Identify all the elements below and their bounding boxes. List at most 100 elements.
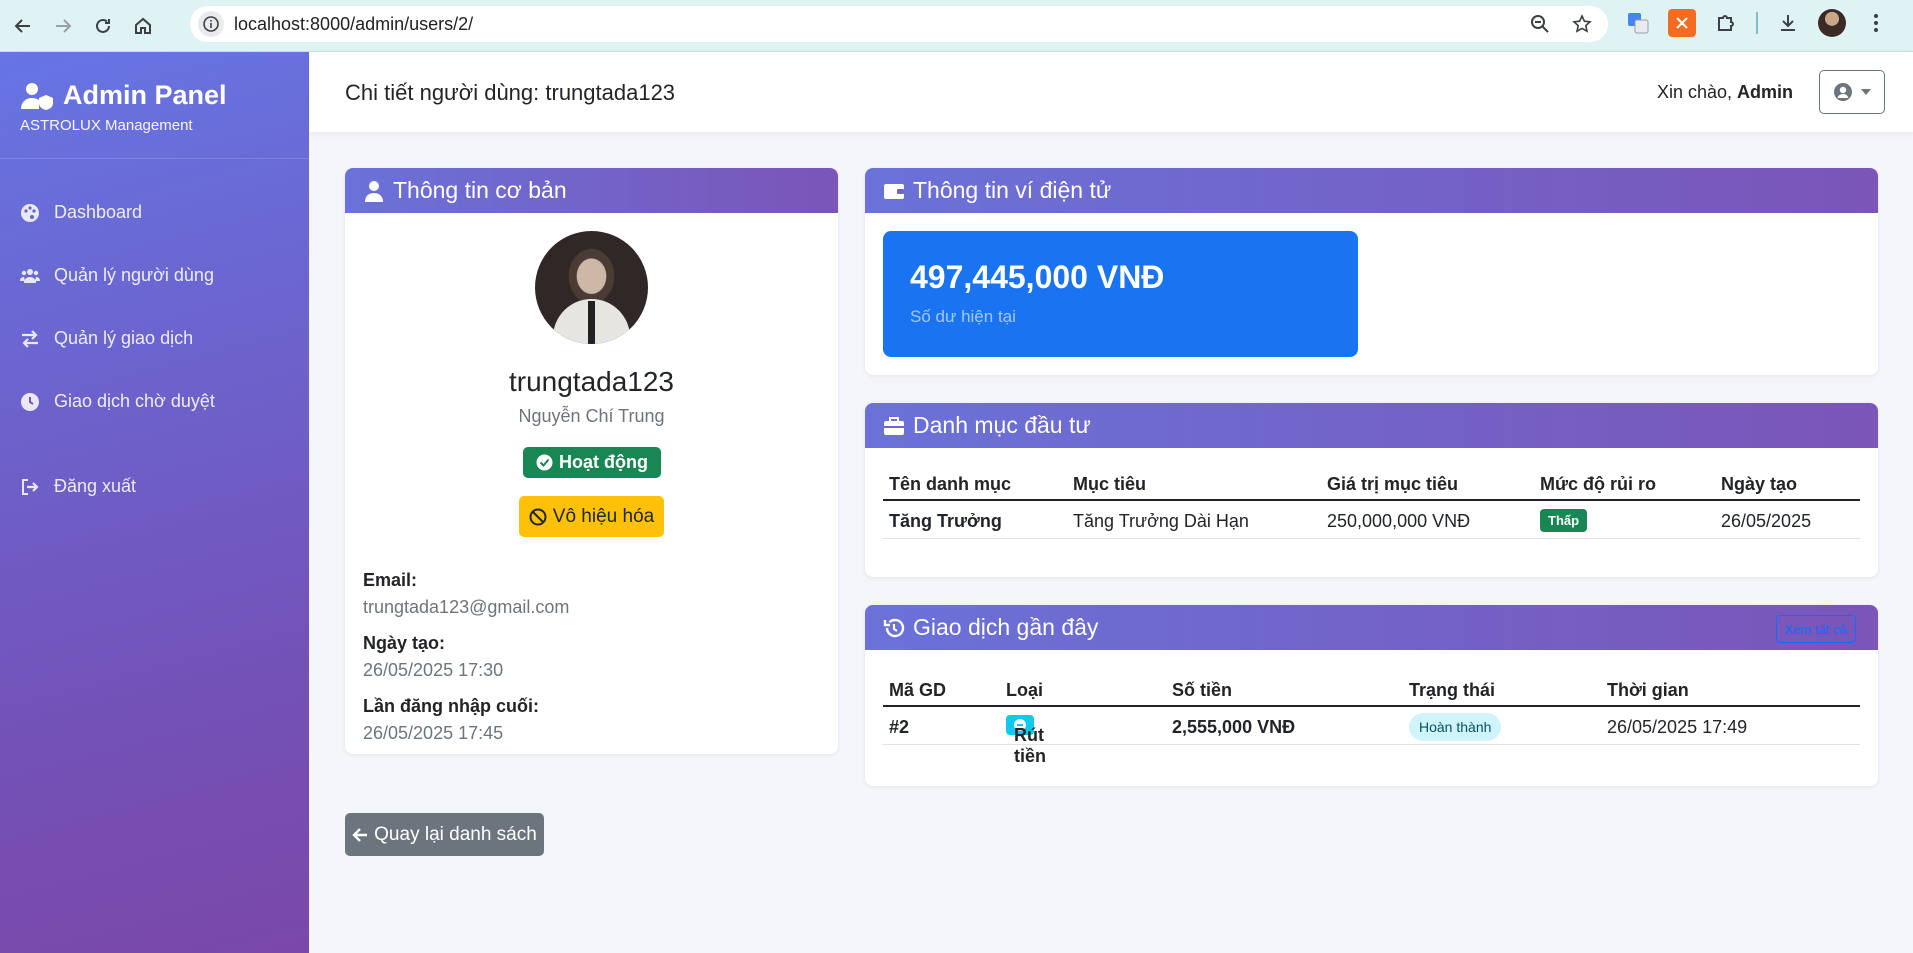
clock-icon — [21, 392, 39, 411]
greeting-prefix: Xin chào, — [1656, 82, 1737, 102]
extensions-puzzle-icon[interactable] — [1712, 9, 1740, 37]
risk-badge: Thấp — [1540, 509, 1588, 532]
column-header: Mã GD — [889, 680, 947, 700]
brand-title-text: Admin Panel — [63, 80, 227, 110]
wallet-title: Thông tin ví điện tử — [913, 177, 1112, 203]
disable-user-button[interactable]: Vô hiệu hóa — [519, 496, 664, 537]
column-header: Loại — [1006, 680, 1044, 700]
table-row[interactable]: #2 Rút tiền 2,555,000 VNĐ Hoàn thành 26/… — [883, 707, 1860, 766]
user-circle-icon — [1834, 83, 1852, 101]
sidebar-item-pending[interactable]: Giao dịch chờ duyệt — [0, 370, 309, 433]
column-header: Giá trị mục tiêu — [1327, 474, 1459, 494]
wallet-header: Thông tin ví điện tử — [865, 168, 1878, 213]
recent-title: Giao dịch gần đây — [913, 614, 1099, 640]
brand: Admin Panel ASTROLUX Management — [0, 52, 309, 159]
orange-extension-icon[interactable] — [1668, 9, 1696, 37]
basic-info-card: Thông tin cơ bản trungtada123 Nguyễn Chí… — [345, 168, 838, 754]
user-avatar — [535, 231, 648, 344]
sidebar-item-label: Quản lý người dùng — [54, 265, 214, 285]
portfolio-title: Danh mục đầu tư — [913, 412, 1091, 438]
last-login-value: 26/05/2025 17:45 — [363, 723, 504, 743]
column-header: Thời gian — [1607, 680, 1689, 700]
portfolio-goal: Tăng Trưởng Dài Hạn — [1073, 511, 1249, 531]
reload-icon — [96, 18, 110, 33]
arrow-right-icon — [56, 18, 72, 33]
toolbar-separator — [1756, 12, 1758, 34]
sidebar-item-label: Giao dịch chờ duyệt — [54, 391, 215, 411]
browser-toolbar: localhost:8000/admin/users/2/ — [0, 0, 1913, 52]
more-menu-icon[interactable] — [1862, 9, 1890, 37]
view-all-button[interactable]: Xem tất cả — [1775, 615, 1856, 643]
recent-transactions-card: Giao dịch gần đây Xem tất cả Mã GD Loại … — [865, 605, 1878, 786]
exchange-icon — [22, 329, 38, 348]
portfolio-created: 26/05/2025 — [1721, 511, 1812, 531]
status-text: Hoạt động — [559, 452, 648, 472]
sidebar-item-dashboard[interactable]: Dashboard — [0, 181, 309, 244]
arrow-left-icon — [14, 18, 30, 33]
ban-icon — [529, 508, 547, 525]
briefcase-icon — [884, 416, 904, 435]
sidebar-item-label: Dashboard — [54, 202, 143, 222]
reload-button[interactable] — [86, 9, 120, 43]
palette-icon — [21, 203, 39, 222]
table-header: Tên danh mục Mục tiêu Giá trị mục tiêu M… — [883, 463, 1860, 501]
arrow-left-icon — [352, 827, 368, 842]
check-circle-icon — [536, 454, 553, 471]
brand-title[interactable]: Admin Panel — [20, 80, 289, 111]
table-header: Mã GD Loại Số tiền Trạng thái Thời gian — [883, 669, 1860, 707]
translate-extension-icon[interactable] — [1624, 9, 1652, 37]
home-button[interactable] — [126, 9, 160, 43]
created-value: 26/05/2025 17:30 — [363, 660, 504, 680]
table-row[interactable]: Tăng Trưởng Tăng Trưởng Dài Hạn 250,000,… — [883, 501, 1860, 539]
column-header: Tên danh mục — [889, 474, 1012, 494]
column-header: Mục tiêu — [1073, 474, 1147, 494]
balance-amount: 497,445,000 VNĐ — [910, 259, 1165, 295]
wallet-card: Thông tin ví điện tử 497,445,000 VNĐ Số … — [865, 168, 1878, 375]
profile-avatar-icon[interactable] — [1818, 9, 1846, 37]
forward-nav-button[interactable] — [46, 9, 80, 43]
created-label: Ngày tạo: — [363, 633, 446, 653]
transactions-table: Mã GD Loại Số tiền Trạng thái Thời gian … — [883, 669, 1860, 766]
column-header: Số tiền — [1172, 680, 1233, 700]
status-badge: Hoạt động — [523, 447, 661, 478]
column-header: Trạng thái — [1409, 680, 1496, 700]
user-icon — [365, 180, 383, 202]
column-header: Mức độ rủi ro — [1540, 474, 1657, 494]
page-title: Chi tiết người dùng: trungtada123 — [345, 80, 676, 105]
portfolio-name: Tăng Trưởng — [889, 511, 1002, 531]
full-name: Nguyễn Chí Trung — [518, 406, 665, 426]
portfolio-header: Danh mục đầu tư — [865, 403, 1878, 448]
balance-box: 497,445,000 VNĐ Số dư hiện tại — [883, 231, 1358, 357]
sidebar: Admin Panel ASTROLUX Management Dashboar… — [0, 52, 309, 953]
sidebar-item-users[interactable]: Quản lý người dùng — [0, 244, 309, 307]
transaction-type: Rút tiền — [1014, 725, 1047, 766]
sidebar-item-logout[interactable]: Đăng xuất — [0, 455, 309, 518]
brand-subtitle: ASTROLUX Management — [20, 117, 193, 134]
back-to-list-button[interactable]: Quay lại danh sách — [345, 813, 544, 856]
recent-header: Giao dịch gần đây Xem tất cả — [865, 605, 1878, 650]
email-label: Email: — [363, 570, 418, 590]
url-text: localhost:8000/admin/users/2/ — [234, 13, 474, 34]
greeting-name: Admin — [1737, 82, 1793, 102]
transaction-amount: 2,555,000 VNĐ — [1172, 717, 1296, 737]
greeting: Xin chào, Admin — [1657, 82, 1793, 103]
sidebar-item-label: Quản lý giao dịch — [54, 328, 194, 348]
zoom-icon[interactable] — [1528, 12, 1552, 36]
sign-out-icon — [22, 478, 39, 495]
users-icon — [20, 268, 40, 283]
caret-down-icon — [1861, 89, 1871, 95]
user-dropdown-button[interactable] — [1819, 70, 1885, 114]
bookmark-star-icon[interactable] — [1570, 12, 1594, 36]
address-bar[interactable]: localhost:8000/admin/users/2/ — [190, 6, 1608, 42]
history-icon — [883, 618, 905, 637]
transaction-status-badge: Hoàn thành — [1409, 713, 1502, 741]
download-icon[interactable] — [1774, 9, 1802, 37]
sidebar-item-transactions[interactable]: Quản lý giao dịch — [0, 307, 309, 370]
portfolio-target: 250,000,000 VNĐ — [1327, 511, 1471, 531]
basic-info-header: Thông tin cơ bản — [345, 168, 838, 213]
back-label: Quay lại danh sách — [374, 823, 537, 845]
top-header: Chi tiết người dùng: trungtada123 Xin ch… — [309, 52, 1913, 132]
username: trungtada123 — [508, 366, 675, 397]
site-info-icon[interactable] — [198, 11, 224, 37]
back-nav-button[interactable] — [6, 9, 40, 43]
